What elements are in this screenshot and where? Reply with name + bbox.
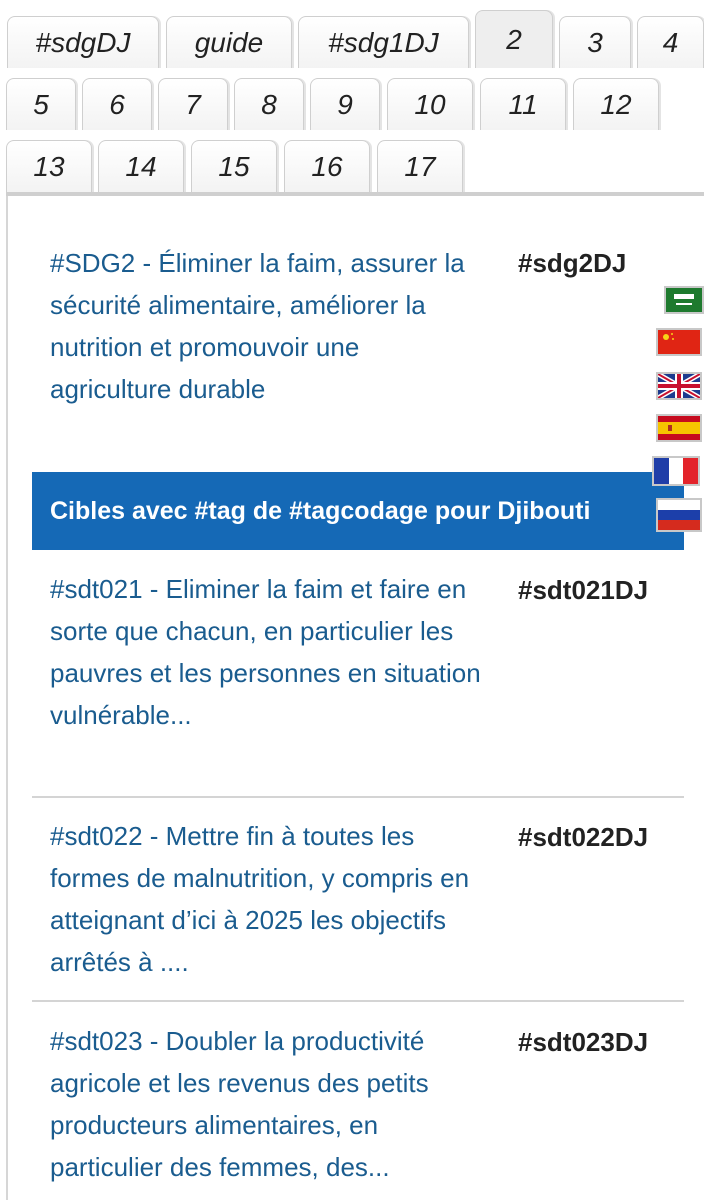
targets-banner: Cibles avec #tag de #tagcodage pour Djib… xyxy=(32,472,684,550)
goal-tag: #sdg2DJ xyxy=(518,248,627,278)
tab-row-1: #sdgDJ guide #sdg1DJ 2 3 4 xyxy=(0,10,704,72)
saudi-arabia-flag-icon[interactable] xyxy=(664,286,704,314)
uk-flag-icon[interactable] xyxy=(656,372,702,400)
tab-13[interactable]: 13 xyxy=(6,140,92,192)
goal-title-link[interactable]: #SDG2 - Éliminer la faim, assurer la séc… xyxy=(50,248,465,404)
target-item: #sdt023 - Doubler la productivité agrico… xyxy=(50,1020,490,1188)
target-tag: #sdt023DJ xyxy=(518,1027,649,1057)
tab-2[interactable]: 2 xyxy=(475,10,553,68)
tab-15[interactable]: 15 xyxy=(191,140,277,192)
tab-sdgdj[interactable]: #sdgDJ xyxy=(7,16,159,68)
tab-17[interactable]: 17 xyxy=(377,140,463,192)
tab-12[interactable]: 12 xyxy=(573,78,659,130)
china-flag-icon[interactable] xyxy=(656,328,702,356)
target-link[interactable]: #sdt023 - Doubler la productivité agrico… xyxy=(50,1026,429,1182)
tab-11[interactable]: 11 xyxy=(480,78,566,130)
target-link[interactable]: #sdt022 - Mettre fin à toutes les formes… xyxy=(50,821,469,977)
target-tag: #sdt021DJ xyxy=(518,575,649,605)
tab-sdg1dj[interactable]: #sdg1DJ xyxy=(298,16,469,68)
tab-row-3: 13 14 15 16 17 xyxy=(0,140,704,196)
tab-14[interactable]: 14 xyxy=(98,140,184,192)
tab-8[interactable]: 8 xyxy=(234,78,304,130)
tab-10[interactable]: 10 xyxy=(387,78,473,130)
russia-flag-icon[interactable] xyxy=(656,498,702,532)
target-tag: #sdt022DJ xyxy=(518,822,649,852)
tab-6[interactable]: 6 xyxy=(82,78,152,130)
tab-4[interactable]: 4 xyxy=(637,16,704,68)
separator xyxy=(32,796,684,798)
target-item: #sdt022 - Mettre fin à toutes les formes… xyxy=(50,815,490,983)
spain-flag-icon[interactable] xyxy=(656,414,702,442)
tab-3[interactable]: 3 xyxy=(559,16,631,68)
tab-7[interactable]: 7 xyxy=(158,78,228,130)
goal-heading: #SDG2 - Éliminer la faim, assurer la séc… xyxy=(50,242,470,410)
separator xyxy=(32,1000,684,1002)
tab-16[interactable]: 16 xyxy=(284,140,370,192)
banner-text: Cibles avec #tag de #tagcodage pour Djib… xyxy=(50,496,591,525)
tab-9[interactable]: 9 xyxy=(310,78,380,130)
france-flag-icon[interactable] xyxy=(652,456,700,486)
target-item: #sdt021 - Eliminer la faim et faire en s… xyxy=(50,568,490,736)
target-link[interactable]: #sdt021 - Eliminer la faim et faire en s… xyxy=(50,574,481,730)
tab-row-2: 5 6 7 8 9 10 11 12 xyxy=(0,78,704,134)
tab-guide[interactable]: guide xyxy=(166,16,292,68)
tab-5[interactable]: 5 xyxy=(6,78,76,130)
